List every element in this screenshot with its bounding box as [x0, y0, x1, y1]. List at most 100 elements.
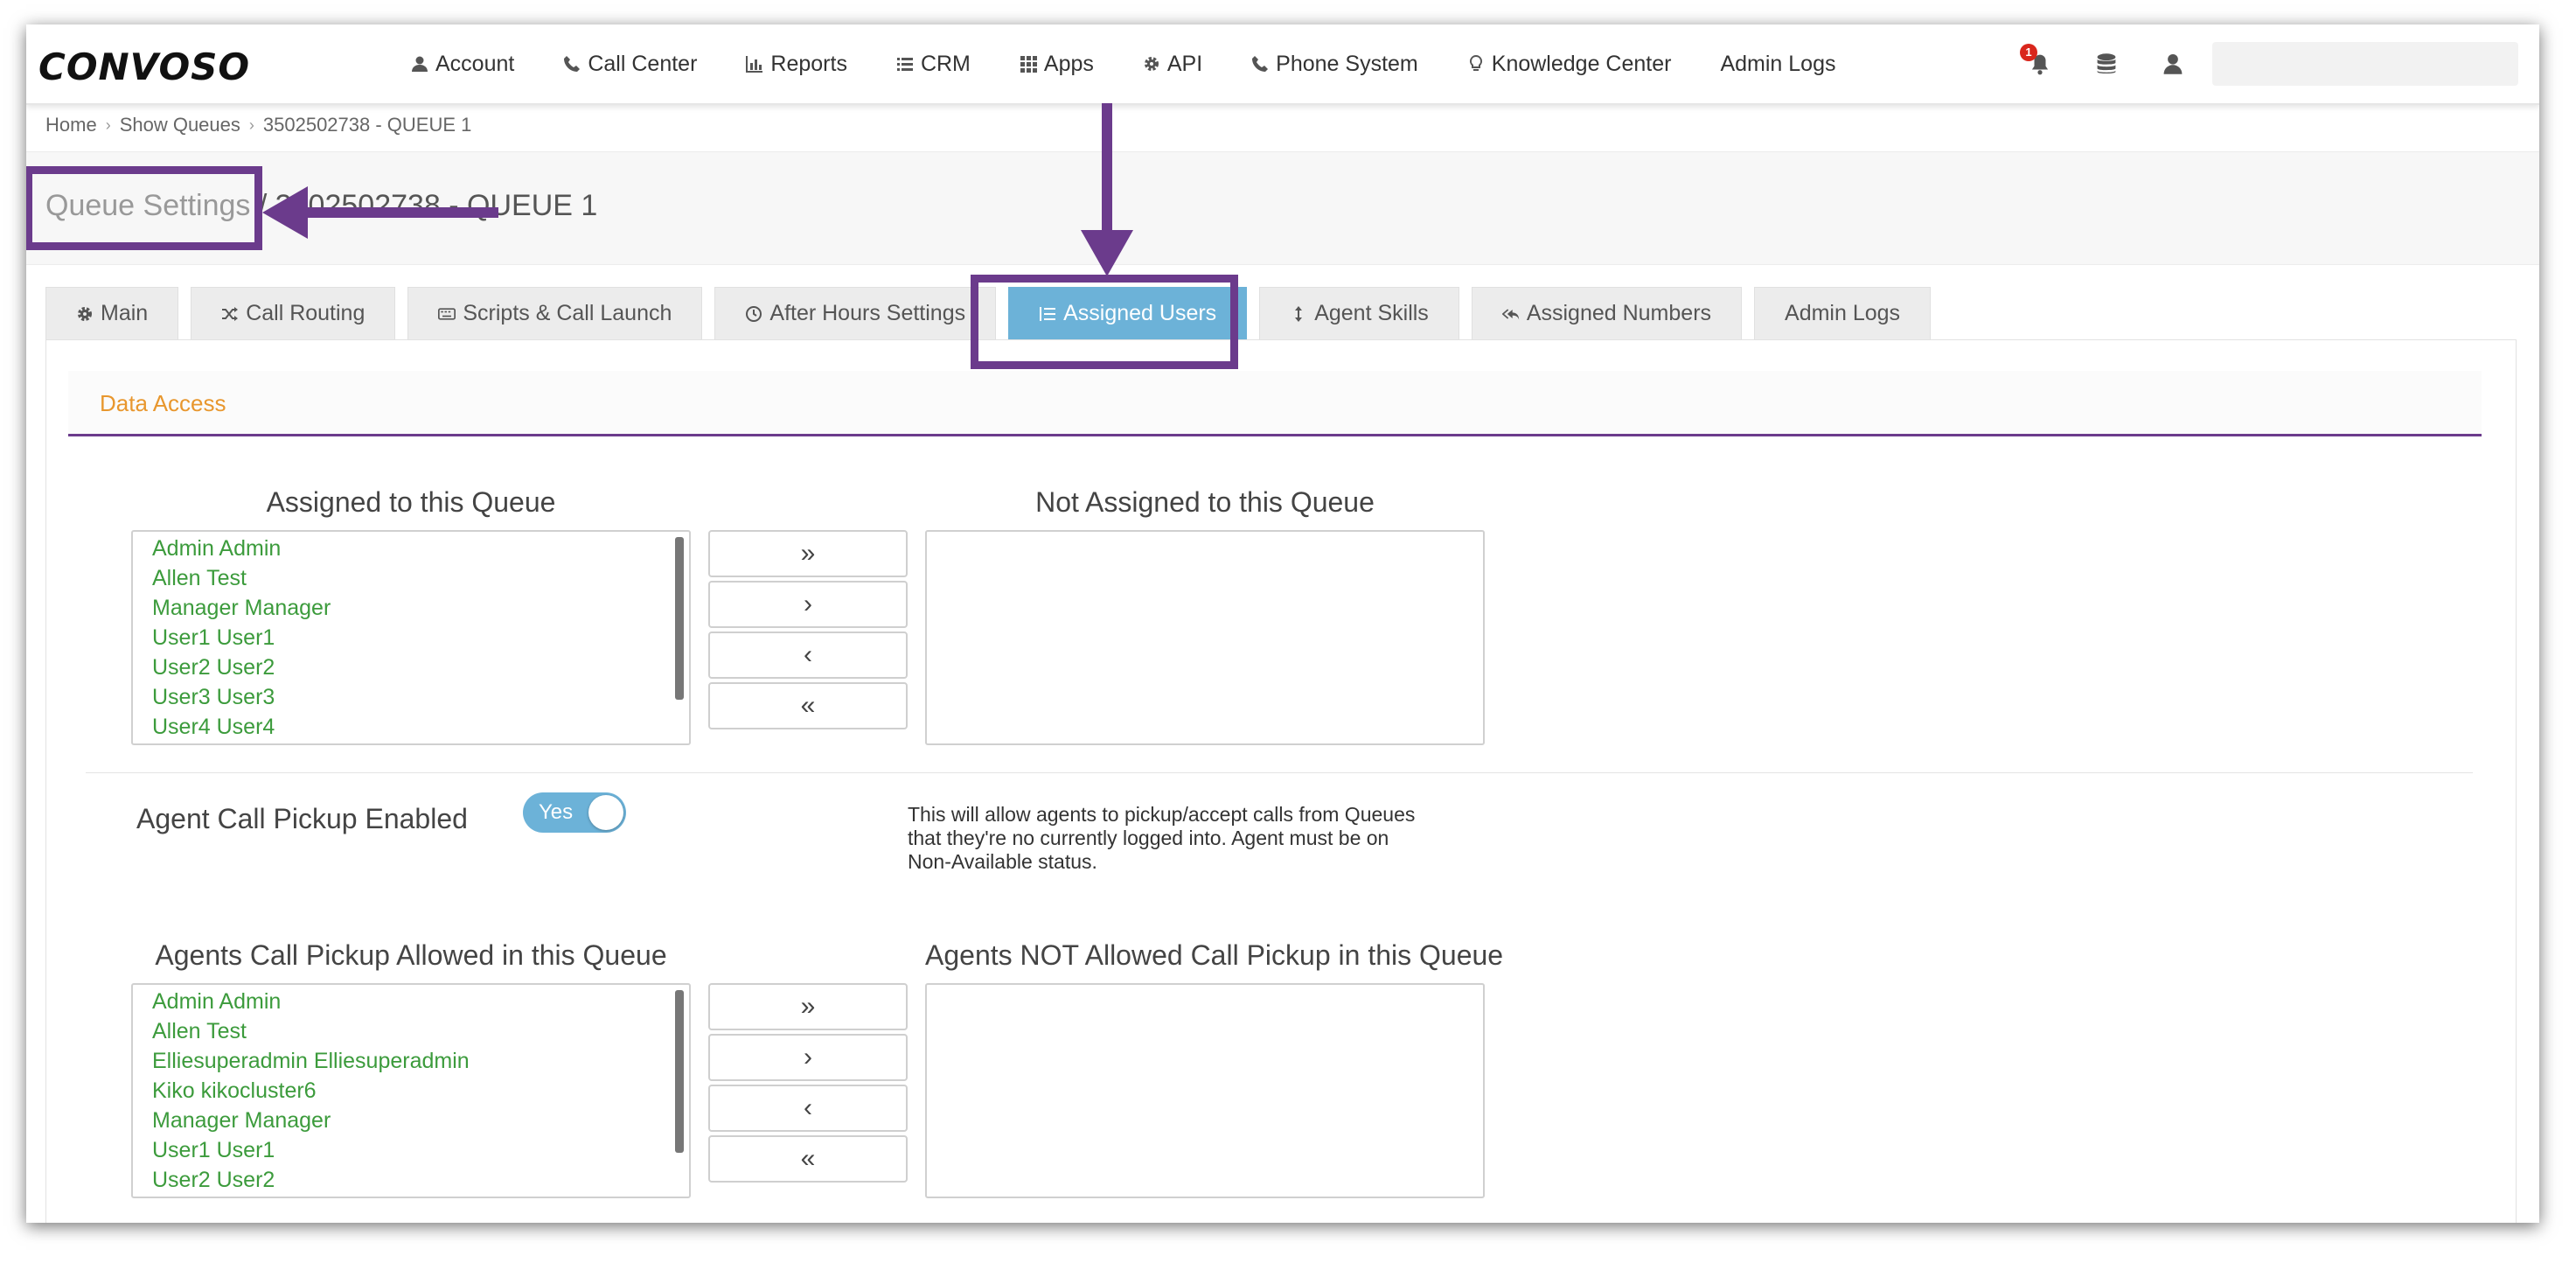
database-button[interactable]	[2095, 52, 2118, 75]
user-info-box[interactable]	[2212, 42, 2518, 86]
nav-phone-system[interactable]: Phone System	[1251, 52, 1418, 77]
move-all-left-button[interactable]: «	[708, 1135, 908, 1183]
pickup-not-allowed-list-title: Agents NOT Allowed Call Pickup in this Q…	[925, 939, 1504, 971]
toggle-text: Yes	[539, 800, 574, 824]
breadcrumb-separator: ›	[248, 115, 254, 134]
list-icon	[896, 58, 913, 71]
list-item[interactable]: Admin Admin	[133, 534, 689, 563]
convoso-logo: CONVOSO	[38, 45, 251, 88]
nav-label: Call Center	[588, 51, 698, 76]
pickup-not-allowed-listbox[interactable]	[925, 983, 1485, 1198]
section-divider	[86, 772, 2473, 773]
user-icon	[412, 56, 428, 72]
list-item[interactable]: User4 User4	[133, 712, 689, 742]
section-header: Data Access	[68, 371, 2482, 436]
nav-knowledge-center[interactable]: Knowledge Center	[1467, 51, 1672, 77]
agent-call-pickup-toggle[interactable]: Yes	[523, 792, 626, 833]
assigned-users-items: Admin Admin Allen Test Manager Manager U…	[133, 532, 689, 742]
clock-icon	[746, 305, 762, 322]
move-all-right-button[interactable]: »	[708, 983, 908, 1030]
grid-icon	[1020, 56, 1037, 73]
tab-scripts-call-launch[interactable]: Scripts & Call Launch	[407, 287, 703, 339]
agent-call-pickup-label: Agent Call Pickup Enabled	[136, 803, 468, 834]
not-assigned-users-listbox[interactable]	[925, 530, 1485, 745]
list-item[interactable]: Allen Test	[133, 563, 689, 593]
pickup-allowed-items: Admin Admin Allen Test Elliesuperadmin E…	[133, 985, 689, 1195]
main-nav: Account Call Center Reports CRM Apps API	[411, 24, 1836, 103]
nav-label: CRM	[920, 51, 971, 76]
user-menu-button[interactable]	[2162, 52, 2184, 75]
list-item[interactable]: User1 User1	[133, 1135, 689, 1165]
breadcrumb-current: 3502502738 - QUEUE 1	[262, 114, 472, 136]
move-left-button[interactable]: ‹	[708, 1085, 908, 1132]
reply-all-icon	[1501, 308, 1519, 320]
assigned-users-listbox[interactable]: Admin Admin Allen Test Manager Manager U…	[131, 530, 691, 745]
vertical-arrows-icon	[1295, 305, 1303, 322]
move-right-button[interactable]: ›	[708, 1034, 908, 1081]
list-item[interactable]: Manager Manager	[133, 593, 689, 623]
tab-label: Scripts & Call Launch	[463, 301, 672, 325]
scrollbar-thumb[interactable]	[675, 990, 684, 1153]
nav-label: Apps	[1043, 51, 1094, 76]
breadcrumb-show-queues[interactable]: Show Queues	[120, 114, 240, 136]
gear-icon	[78, 306, 92, 321]
tab-label: Agent Skills	[1314, 301, 1429, 325]
notifications-button[interactable]: 1	[2020, 44, 2051, 75]
move-all-right-button[interactable]: »	[708, 530, 908, 577]
scrollbar-thumb[interactable]	[675, 537, 684, 700]
tab-label: Call Routing	[246, 301, 366, 325]
nav-admin-logs[interactable]: Admin Logs	[1720, 52, 1835, 77]
shuffle-icon	[222, 306, 239, 321]
agent-call-pickup-help: This will allow agents to pickup/accept …	[908, 803, 1520, 874]
list-item[interactable]: User2 User2	[133, 652, 689, 682]
list-item[interactable]: Kiko kikocluster6	[133, 1076, 689, 1106]
list-item[interactable]: Manager Manager	[133, 1106, 689, 1135]
nav-label: Knowledge Center	[1491, 51, 1672, 76]
move-right-button[interactable]: ›	[708, 581, 908, 628]
pickup-allowed-list-title: Agents Call Pickup Allowed in this Queue	[155, 939, 667, 971]
annotation-arrow-down-icon	[1081, 103, 1133, 276]
tab-admin-logs[interactable]: Admin Logs	[1754, 287, 1932, 339]
list-item[interactable]: Elliesuperadmin Elliesuperadmin	[133, 1046, 689, 1076]
section-title: Data Access	[100, 390, 226, 416]
annotation-highlight-title	[26, 166, 262, 250]
tab-call-routing[interactable]: Call Routing	[191, 287, 396, 339]
user-icon	[2163, 53, 2183, 74]
phone-icon	[1252, 56, 1269, 72]
breadcrumb-home[interactable]: Home	[45, 114, 97, 136]
help-line: that they're no currently logged into. A…	[908, 827, 1389, 849]
phone-icon	[564, 56, 581, 72]
tab-main[interactable]: Main	[45, 287, 179, 339]
tab-label: Main	[101, 301, 149, 325]
tab-after-hours-settings[interactable]: After Hours Settings	[714, 287, 997, 339]
not-assigned-list-title: Not Assigned to this Queue	[1035, 486, 1375, 518]
nav-crm[interactable]: CRM	[896, 52, 971, 77]
move-all-left-button[interactable]: «	[708, 682, 908, 729]
nav-account[interactable]: Account	[411, 52, 514, 77]
nav-api[interactable]: API	[1143, 52, 1202, 77]
tab-label: After Hours Settings	[769, 301, 966, 325]
list-item[interactable]: User2 User2	[133, 1165, 689, 1195]
annotation-highlight-tab	[971, 275, 1238, 369]
list-item[interactable]: User3 User3	[133, 682, 689, 712]
tab-agent-skills[interactable]: Agent Skills	[1259, 287, 1459, 339]
nav-apps[interactable]: Apps	[1020, 52, 1094, 77]
nav-label: Phone System	[1276, 51, 1418, 76]
move-left-button[interactable]: ‹	[708, 632, 908, 679]
database-icon	[2097, 53, 2116, 74]
pickup-allowed-listbox[interactable]: Admin Admin Allen Test Elliesuperadmin E…	[131, 983, 691, 1198]
list-item[interactable]: Allen Test	[133, 1016, 689, 1046]
toggle-knob	[588, 795, 623, 830]
list-item[interactable]: Admin Admin	[133, 987, 689, 1016]
lightbulb-icon	[1469, 55, 1482, 71]
nav-call-center[interactable]: Call Center	[563, 52, 697, 77]
nav-label: Account	[435, 51, 515, 76]
list-item[interactable]: User1 User1	[133, 623, 689, 652]
gear-icon	[1144, 57, 1159, 71]
tab-label: Assigned Numbers	[1526, 301, 1712, 325]
nav-reports[interactable]: Reports	[746, 52, 847, 77]
tab-assigned-numbers[interactable]: Assigned Numbers	[1471, 287, 1743, 339]
nav-right-icons: 1	[2020, 24, 2184, 103]
nav-label: Admin Logs	[1720, 51, 1836, 76]
breadcrumb-separator: ›	[105, 115, 111, 134]
